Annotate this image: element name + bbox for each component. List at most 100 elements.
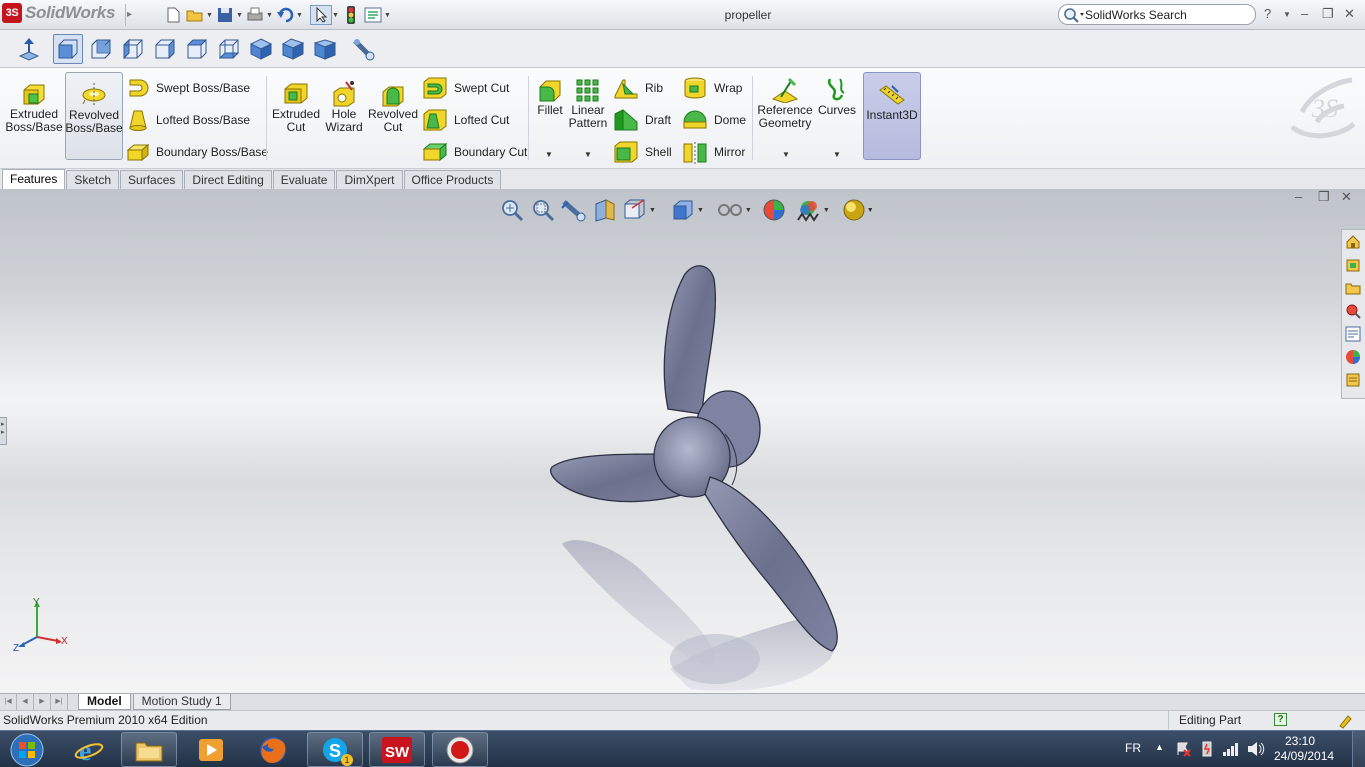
tab-features[interactable]: Features — [2, 169, 66, 189]
zoom-to-area-button[interactable] — [530, 197, 556, 223]
zoom-to-fit-button[interactable] — [500, 197, 526, 223]
appearances-scenes-icon[interactable] — [1342, 345, 1364, 368]
new-document-button[interactable] — [162, 5, 184, 25]
taskbar-recorder[interactable] — [432, 732, 488, 767]
rib-button[interactable]: Rib — [613, 75, 663, 101]
open-dropdown-icon[interactable]: ▼ — [206, 12, 214, 19]
tab-evaluate[interactable]: Evaluate — [272, 170, 336, 189]
shell-button[interactable]: Shell — [613, 139, 672, 165]
last-tab-icon[interactable]: ▶| — [51, 694, 68, 710]
display-style-dropdown-icon[interactable]: ▼ — [697, 207, 704, 214]
back-view-button[interactable] — [86, 34, 116, 64]
undo-dropdown-icon[interactable]: ▼ — [296, 12, 304, 19]
extruded-boss-button[interactable]: Extruded Boss/Base — [5, 72, 63, 160]
minimize-button[interactable]: – — [1301, 6, 1308, 21]
hide-show-items-button[interactable]: ▼ — [716, 197, 752, 223]
draft-button[interactable]: Draft — [613, 107, 671, 133]
taskbar-media-player[interactable] — [183, 732, 239, 767]
view-orientation-button[interactable]: ▼ — [622, 197, 656, 223]
save-dropdown-icon[interactable]: ▼ — [236, 12, 244, 19]
menu-expand-icon[interactable]: ▸ — [125, 4, 134, 26]
language-indicator[interactable]: FR — [1125, 741, 1141, 755]
search-input[interactable] — [1085, 7, 1245, 22]
open-button[interactable] — [184, 5, 206, 25]
revolved-boss-button[interactable]: Revolved Boss/Base — [65, 72, 123, 160]
design-library-icon[interactable] — [1342, 253, 1364, 276]
propeller-model[interactable] — [500, 249, 880, 693]
help-icon[interactable]: ? — [1264, 6, 1271, 21]
rebuild-button[interactable] — [340, 5, 362, 25]
power-icon[interactable] — [1199, 740, 1215, 758]
restore-button[interactable]: ❐ — [1322, 6, 1334, 22]
viewport-restore-button[interactable]: ❐ — [1318, 189, 1330, 205]
search-results-icon[interactable] — [1342, 299, 1364, 322]
tab-direct-editing[interactable]: Direct Editing — [184, 170, 272, 189]
rebuild-status-icon[interactable] — [1337, 713, 1353, 729]
viewport-minimize-button[interactable]: – — [1295, 189, 1302, 204]
front-view-button[interactable] — [53, 34, 83, 64]
dimetric-view-button[interactable] — [310, 34, 340, 64]
view-settings-dropdown-icon[interactable]: ▼ — [867, 207, 874, 214]
hole-wizard-button[interactable]: Hole Wizard — [322, 72, 366, 160]
tab-dimxpert[interactable]: DimXpert — [336, 170, 403, 189]
reference-geometry-button[interactable]: Reference Geometry — [756, 72, 814, 160]
left-view-button[interactable] — [118, 34, 148, 64]
previous-tab-icon[interactable]: ◀ — [17, 694, 34, 710]
save-button[interactable] — [214, 5, 236, 25]
options-button[interactable] — [362, 5, 384, 25]
apply-scene-button[interactable]: ▼ — [796, 197, 830, 223]
boundary-boss-button[interactable]: Boundary Boss/Base — [126, 139, 268, 165]
start-button[interactable] — [5, 731, 49, 767]
view-settings-button[interactable]: ▼ — [842, 197, 874, 223]
close-button[interactable]: ✕ — [1344, 6, 1355, 22]
quick-tips-icon[interactable]: ? — [1274, 713, 1287, 726]
section-view-button[interactable] — [592, 197, 618, 223]
taskbar-solidworks[interactable]: SW — [369, 732, 425, 767]
bottom-view-button[interactable] — [214, 34, 244, 64]
curves-button[interactable]: Curves — [816, 72, 858, 160]
tab-motion-study[interactable]: Motion Study 1 — [132, 694, 231, 710]
action-center-icon[interactable] — [1175, 741, 1191, 757]
tab-office-products[interactable]: Office Products — [403, 170, 502, 189]
edit-appearance-button[interactable] — [762, 197, 786, 223]
apply-scene-dropdown-icon[interactable]: ▼ — [823, 207, 830, 214]
fillet-dropdown-icon[interactable]: ▼ — [545, 150, 553, 159]
tab-surfaces[interactable]: Surfaces — [120, 170, 184, 189]
feature-manager-expand-handle[interactable]: ▸ ▸ — [0, 417, 7, 445]
curves-dropdown-icon[interactable]: ▼ — [833, 150, 841, 159]
tab-sketch[interactable]: Sketch — [66, 170, 120, 189]
solidworks-logo[interactable]: 3S SolidWorks — [2, 3, 116, 23]
system-clock[interactable]: 23:10 24/09/2014 — [1274, 734, 1334, 764]
options-dropdown-icon[interactable]: ▼ — [384, 12, 392, 19]
taskbar-skype[interactable]: S1 — [307, 732, 363, 767]
revolved-cut-button[interactable]: Revolved Cut — [366, 72, 420, 160]
fillet-button[interactable]: Fillet — [533, 72, 567, 160]
swept-boss-button[interactable]: Swept Boss/Base — [126, 75, 250, 101]
normal-to-button[interactable] — [14, 34, 44, 64]
boundary-cut-button[interactable]: Boundary Cut — [422, 139, 527, 165]
search-box[interactable] — [1058, 4, 1256, 25]
print-dropdown-icon[interactable]: ▼ — [266, 12, 274, 19]
taskbar-firefox[interactable] — [245, 732, 301, 767]
undo-button[interactable] — [274, 5, 296, 25]
view-orientation-dropdown-icon[interactable]: ▼ — [649, 207, 656, 214]
linear-pattern-button[interactable]: Linear Pattern — [568, 72, 608, 160]
show-hidden-icons[interactable]: ▲ — [1155, 742, 1164, 752]
instant3d-button[interactable]: Instant3D — [863, 72, 921, 160]
file-explorer-icon[interactable] — [1342, 276, 1364, 299]
lofted-cut-button[interactable]: Lofted Cut — [422, 107, 509, 133]
trimetric-view-button[interactable] — [278, 34, 308, 64]
swept-cut-button[interactable]: Swept Cut — [422, 75, 509, 101]
first-tab-icon[interactable]: |◀ — [0, 694, 17, 710]
extruded-cut-button[interactable]: Extruded Cut — [270, 72, 322, 160]
next-tab-icon[interactable]: ▶ — [34, 694, 51, 710]
show-desktop-button[interactable] — [1352, 731, 1365, 767]
select-dropdown-icon[interactable]: ▼ — [332, 12, 340, 19]
dome-button[interactable]: Dome — [682, 107, 746, 133]
print-button[interactable] — [244, 5, 266, 25]
linear-pattern-dropdown-icon[interactable]: ▼ — [584, 150, 592, 159]
network-icon[interactable] — [1222, 741, 1240, 757]
taskbar-explorer[interactable] — [121, 732, 177, 767]
view-selector-button[interactable] — [350, 34, 380, 64]
select-button[interactable] — [310, 5, 332, 25]
